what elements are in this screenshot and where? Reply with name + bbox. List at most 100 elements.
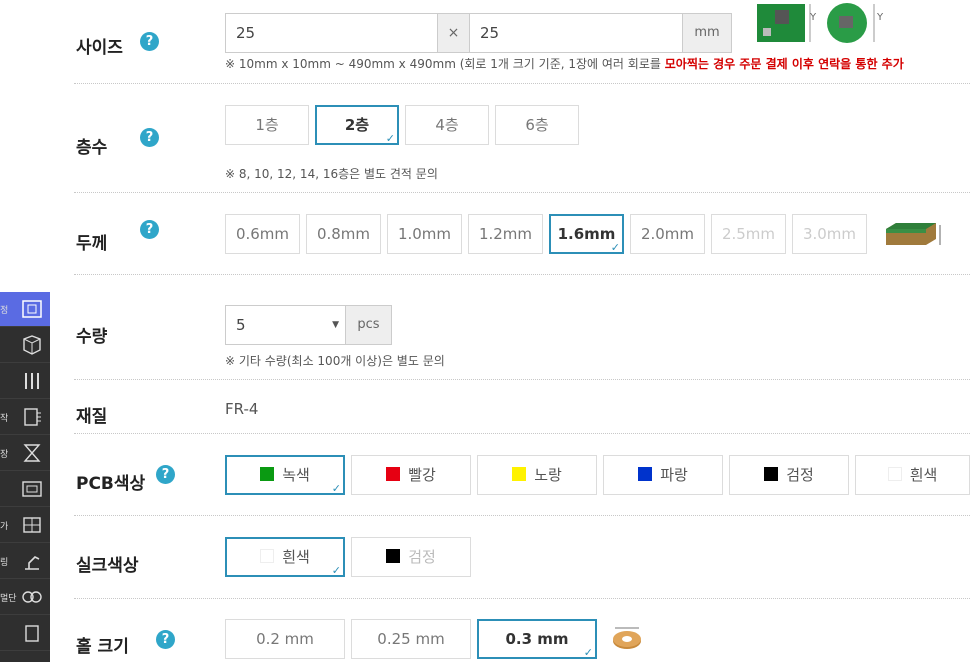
pcb-color-option-black[interactable]: 검정: [729, 455, 849, 495]
divider: [74, 274, 970, 275]
pcb-color-help-icon[interactable]: ?: [156, 465, 175, 484]
sidebar-label: 작: [0, 414, 9, 424]
green-swatch: [260, 467, 275, 481]
layer-option-6[interactable]: 6층: [495, 105, 579, 145]
size-help-icon[interactable]: ?: [140, 32, 159, 51]
thickness-option[interactable]: 0.6mm: [225, 214, 300, 254]
silk-color-option-white[interactable]: 흰색: [225, 537, 345, 578]
black-swatch: [386, 549, 401, 563]
document-icon: [25, 625, 39, 642]
sidebar-label: 장: [0, 450, 9, 460]
sidebar-item-8[interactable]: 링: [0, 544, 50, 579]
pcb-color-label: PCB색상: [76, 474, 146, 494]
sidebar-item-3[interactable]: [0, 364, 50, 399]
hole-size-option-selected[interactable]: 0.3 mm: [477, 619, 597, 660]
divider: [74, 433, 970, 434]
pcb-color-option-green[interactable]: 녹색: [225, 455, 345, 496]
size-label: 사이즈: [76, 38, 123, 58]
red-swatch: [386, 467, 401, 481]
chevron-down-icon: ▼: [332, 320, 339, 330]
size-y-axis-label: Y: [810, 12, 817, 23]
size-note-warning: 모아찍는 경우 주문 결제 이후 연락을 통한 추가: [664, 57, 904, 71]
pcb-color-option-red[interactable]: 빨강: [351, 455, 471, 495]
hole-size-label: 홀 크기: [76, 637, 129, 657]
divider: [74, 379, 970, 380]
divider: [74, 515, 970, 516]
material-value: FR-4: [225, 400, 259, 418]
stencil-icon: [22, 481, 42, 497]
divider: [74, 192, 970, 193]
yellow-swatch: [512, 467, 527, 481]
robot-arm-icon: [25, 556, 40, 570]
sidebar-item-7[interactable]: 가: [0, 508, 50, 543]
pcb-color-option-label: 노랑: [534, 466, 562, 484]
material-label: 재질: [76, 407, 108, 427]
thickness-option-disabled: 3.0mm: [792, 214, 867, 254]
thickness-option[interactable]: 0.8mm: [306, 214, 381, 254]
pcb-color-option-label: 녹색: [282, 466, 310, 484]
size-note-text: ※ 10mm x 10mm ~ 490mm x 490mm (회로 1개 크기 …: [225, 57, 661, 71]
board-icon: [24, 408, 41, 426]
size-note: ※ 10mm x 10mm ~ 490mm x 490mm (회로 1개 크기 …: [225, 55, 904, 72]
pcb-color-option-white[interactable]: 흰색: [855, 455, 970, 495]
size-separator: ×: [437, 13, 470, 53]
sidebar-item-9[interactable]: 멀단: [0, 580, 50, 615]
layer-option-4[interactable]: 4층: [405, 105, 489, 145]
silk-color-option-black[interactable]: 검정: [351, 537, 471, 577]
hole-size-option[interactable]: 0.25 mm: [351, 619, 471, 659]
black-swatch: [764, 467, 779, 481]
quantity-select[interactable]: 5 ▼: [225, 305, 346, 345]
hourglass-icon: [23, 444, 41, 462]
white-swatch: [887, 467, 902, 481]
thickness-help-icon[interactable]: ?: [140, 220, 159, 239]
layers-help-icon[interactable]: ?: [140, 128, 159, 147]
grid-icon: [23, 517, 41, 533]
quantity-note: ※ 기타 수량(최소 100개 이상)은 별도 문의: [225, 354, 445, 368]
pcb-color-option-label: 파랑: [660, 466, 688, 484]
size-height-input[interactable]: 25: [469, 13, 683, 53]
size-y-axis-label: Y: [877, 12, 884, 23]
pcb-color-option-yellow[interactable]: 노랑: [477, 455, 597, 495]
white-swatch: [260, 549, 275, 563]
size-width-input[interactable]: 25: [225, 13, 438, 53]
divider: [74, 598, 970, 599]
quantity-label: 수량: [76, 327, 108, 347]
thickness-option-selected[interactable]: 1.6mm: [549, 214, 624, 255]
sidebar-item-10[interactable]: [0, 616, 50, 651]
size-unit: mm: [682, 13, 732, 53]
thickness-option[interactable]: 1.0mm: [387, 214, 462, 254]
pcb-color-option-label: 검정: [786, 466, 814, 484]
side-toolbar: 정 작 장 가 링 멀단: [0, 292, 50, 662]
sidebar-item-6[interactable]: [0, 472, 50, 507]
sidebar-label: 멀단: [0, 594, 17, 604]
silk-color-option-label: 검정: [408, 548, 436, 566]
layer-option-1[interactable]: 1층: [225, 105, 309, 145]
hole-size-help-icon[interactable]: ?: [156, 630, 175, 649]
sidebar-label: 정: [0, 306, 9, 316]
thickness-option[interactable]: 1.2mm: [468, 214, 543, 254]
silk-color-option-label: 흰색: [282, 548, 310, 566]
sidebar-label: 링: [0, 558, 9, 568]
pcb-color-option-blue[interactable]: 파랑: [603, 455, 723, 495]
sidebar-item-5[interactable]: 장: [0, 436, 50, 471]
thickness-option[interactable]: 2.0mm: [630, 214, 705, 254]
quantity-unit: pcs: [345, 305, 392, 345]
layer-option-2[interactable]: 2층: [315, 105, 399, 146]
hole-size-option[interactable]: 0.2 mm: [225, 619, 345, 659]
sidebar-item-2[interactable]: [0, 328, 50, 363]
size-illustration: [757, 3, 875, 43]
thickness-label: 두께: [76, 234, 108, 254]
cube-icon: [23, 335, 41, 355]
pcb-color-option-label: 빨강: [408, 466, 436, 484]
sidebar-item-1[interactable]: 정: [0, 292, 50, 327]
reels-icon: [22, 591, 42, 603]
sidebar-item-4[interactable]: 작: [0, 400, 50, 435]
chip-icon: [22, 300, 42, 318]
quantity-value: 5: [236, 316, 246, 334]
layers-note: ※ 8, 10, 12, 14, 16층은 별도 견적 문의: [225, 167, 438, 181]
thickness-illustration: [886, 223, 941, 245]
thickness-option-disabled: 2.5mm: [711, 214, 786, 254]
blue-swatch: [638, 467, 653, 481]
pcb-color-option-label: 흰색: [909, 466, 938, 484]
silk-color-label: 실크색상: [76, 556, 139, 576]
